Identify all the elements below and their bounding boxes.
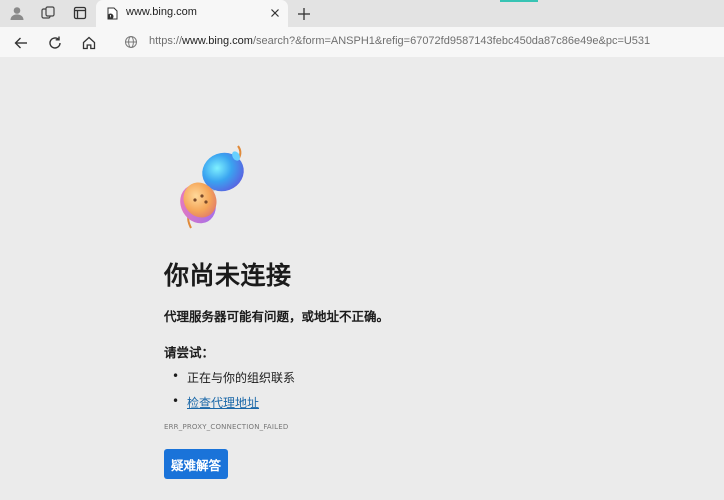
suggestion-contact-org: 正在与你的组织联系 <box>187 371 296 385</box>
error-subtitle: 代理服务器可能有问题，或地址不正确。 <box>164 309 390 324</box>
page-error-icon <box>107 7 118 20</box>
bullet-icon: • <box>172 394 180 408</box>
bullet-icon: • <box>172 369 180 383</box>
try-label: 请尝试： <box>164 345 215 360</box>
disconnected-plug-illustration <box>180 145 244 229</box>
tab-bing[interactable]: www.bing.com <box>96 0 288 27</box>
accent-strip <box>500 0 538 2</box>
tab-title: www.bing.com <box>126 6 197 18</box>
plus-icon <box>298 8 310 20</box>
url-path: /search?&form=ANSPH1&refig=67072fd958714… <box>252 35 651 47</box>
address-bar[interactable]: https://www.bing.com/search?&form=ANSPH1… <box>149 35 650 47</box>
tab-actions-icon[interactable] <box>68 2 92 24</box>
home-icon[interactable] <box>79 33 99 53</box>
profile-icon[interactable] <box>5 2 29 24</box>
error-title: 你尚未连接 <box>164 261 292 290</box>
close-icon[interactable] <box>268 6 282 20</box>
globe-icon[interactable] <box>124 35 138 49</box>
url-host: www.bing.com <box>182 35 253 47</box>
diagnose-button[interactable]: 疑难解答 <box>164 449 228 479</box>
new-tab-button[interactable] <box>294 4 314 24</box>
check-proxy-link[interactable]: 检查代理地址 <box>187 394 259 411</box>
back-arrow-icon[interactable] <box>11 33 31 53</box>
tab-strip: www.bing.com <box>0 0 724 27</box>
refresh-icon[interactable] <box>45 33 65 53</box>
error-code: ERR_PROXY_CONNECTION_FAILED <box>164 423 289 431</box>
url-scheme: https:// <box>149 35 183 47</box>
browser-toolbar: https://www.bing.com/search?&form=ANSPH1… <box>0 27 724 57</box>
workspaces-icon[interactable] <box>36 2 60 24</box>
